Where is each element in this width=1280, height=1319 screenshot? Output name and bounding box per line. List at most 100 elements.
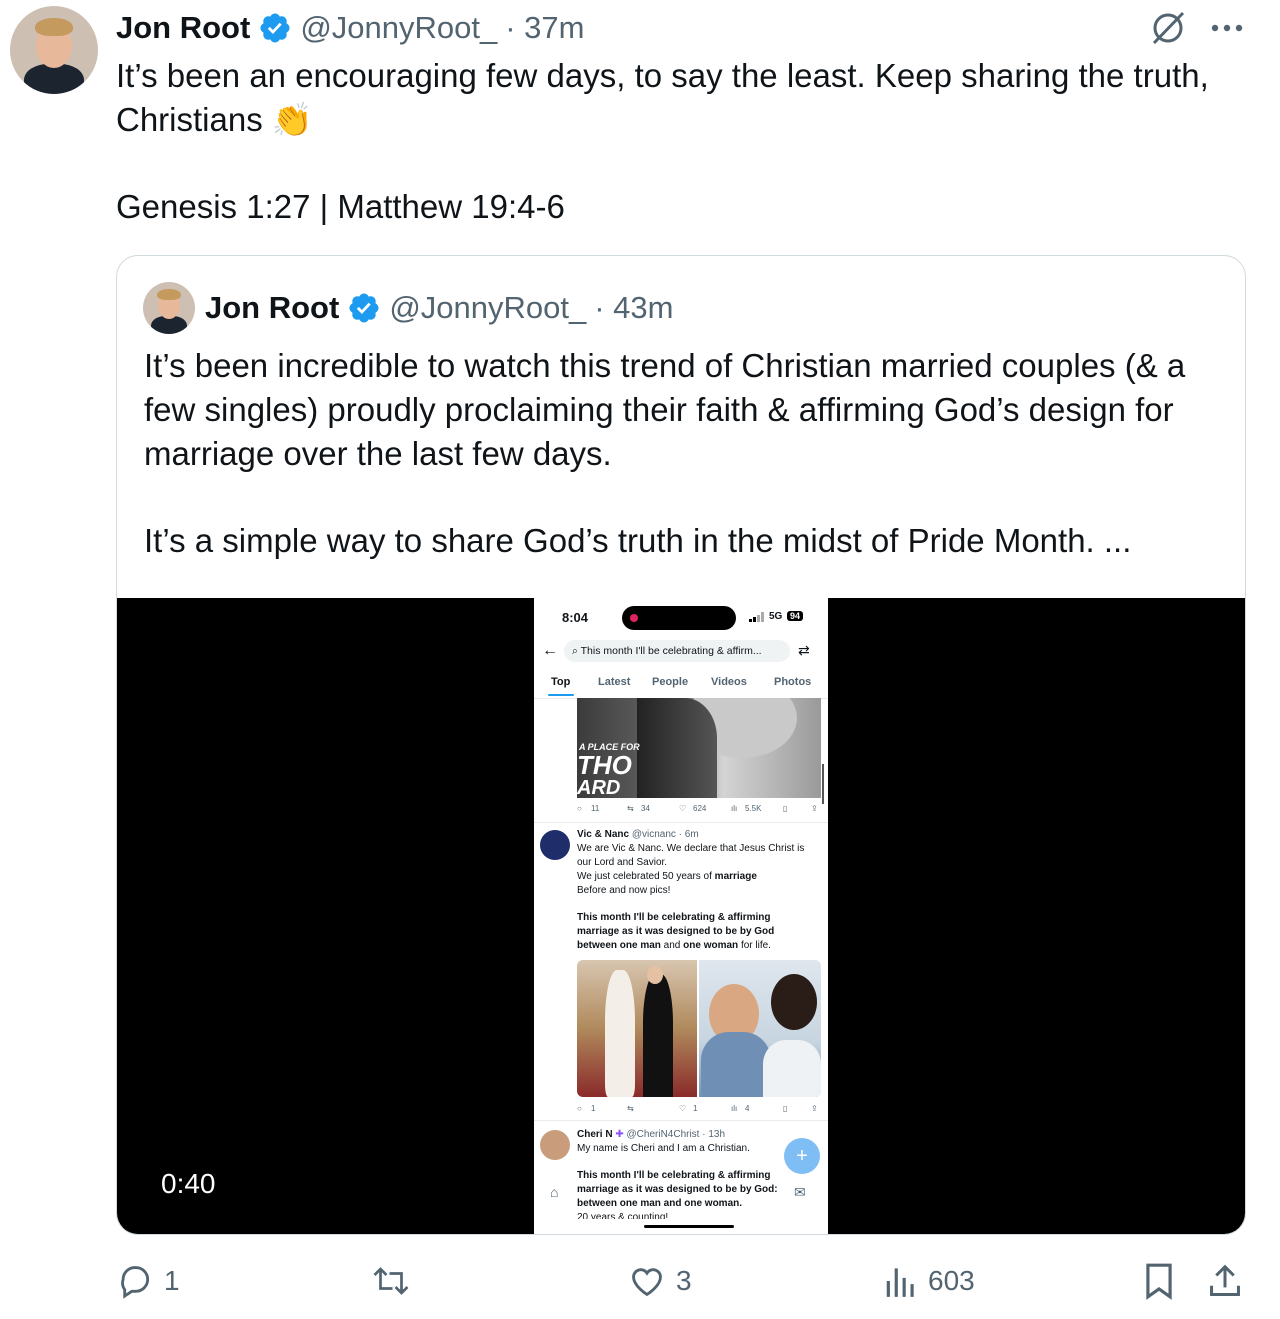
phone-post2-share-icon: ⇪ [811, 1104, 818, 1113]
phone-post2-bold3-a: between one man [577, 940, 661, 951]
phone-post2-bold3-d: for life. [738, 940, 771, 951]
like-count: 3 [676, 1265, 692, 1296]
phone-post2-reply-icon: ○ [577, 1104, 582, 1113]
tweet-text-line2-words: Christians [116, 101, 263, 138]
author-handle[interactable]: @JonnyRoot_ [300, 10, 497, 46]
phone-tab-top: Top [551, 676, 571, 688]
author-name[interactable]: Jon Root [116, 10, 250, 46]
bookmark-icon [1146, 1263, 1172, 1300]
phone-post2-line3: We just celebrated 50 years of marriage [577, 870, 823, 884]
views-icon [886, 1268, 914, 1297]
reply-count: 1 [164, 1265, 180, 1296]
quoted-tweet-header: Jon Root @JonnyRoot_ · 43m [205, 288, 673, 328]
phone-mail-icon: ✉ [794, 1184, 806, 1200]
quoted-tweet-text: It’s been incredible to watch this trend… [144, 344, 1234, 563]
phone-filter-icon: ⇄ [798, 642, 810, 658]
phone-search-text: This month I'll be celebrating & affirm.… [580, 645, 762, 657]
quoted-author-name: Jon Root [205, 290, 340, 325]
repost-button[interactable] [370, 1262, 412, 1300]
reply-icon [121, 1266, 150, 1299]
phone-post3-flag-icons: ✚ [615, 1129, 624, 1140]
phone-post2-header: Vic & Nanc @vicnanc · 6m [577, 828, 823, 842]
phone-post2-bold3: between one man and one woman for life. [577, 939, 823, 953]
phone-post1-share-icon: ⇪ [811, 804, 818, 813]
phone-post1-stats: ○ 11 ⇆ 34 ♡ 624 ılı 5.5K ▯ ⇪ [577, 802, 827, 816]
battery-badge: 94 [787, 611, 804, 621]
phone-search-icon: ⌕ [572, 645, 578, 657]
phone-post2-name: Vic & Nanc [577, 829, 630, 840]
tweet-header: Jon Root @JonnyRoot_ · 37m [116, 8, 584, 48]
phone-post1-image: A PLACE FOR THO ARD [577, 698, 821, 798]
network-label: 5G [769, 611, 783, 622]
phone-post2-like-icon: ♡ [679, 1104, 687, 1113]
phone-post1-reply-icon: ○ [577, 804, 582, 813]
phone-time: 8:04 [562, 610, 589, 625]
phone-post2-meta: @vicnanc · 6m [631, 829, 699, 840]
phone-post1-bookmark-icon: ▯ [783, 804, 788, 813]
quoted-author-handle: @JonnyRoot_ [389, 290, 587, 325]
phone-post2-line4: Before and now pics! [577, 885, 671, 896]
phone-post3-name: Cheri N [577, 1129, 613, 1140]
signal-icon [749, 612, 765, 625]
quoted-verified-badge-icon [349, 293, 379, 323]
share-button[interactable] [1206, 1262, 1244, 1300]
tweet-text-line2: Christians 👏 [116, 98, 1256, 142]
phone-post2-bold2: marriage as it was designed to be by God [577, 926, 775, 937]
phone-divider-2 [534, 1120, 828, 1121]
phone-post2-photo-couple [699, 960, 821, 1097]
phone-post2-stats: ○ 1 ⇆ ♡ 1 ılı 4 ▯ ⇪ [577, 1102, 827, 1116]
phone-tabs: Top Latest People Videos Photos [534, 676, 828, 700]
quoted-text-line1: It’s been incredible to watch this trend… [144, 347, 1186, 384]
recording-dot [630, 614, 638, 622]
phone-post2-avatar [540, 830, 570, 860]
phone-post2-bold1: This month I'll be celebrating & affirmi… [577, 912, 771, 923]
verified-badge-icon [260, 13, 290, 43]
reply-button[interactable]: 1 [116, 1262, 180, 1300]
phone-post2-line3-b: marriage [714, 871, 757, 882]
tweet-time[interactable]: · 37m [505, 10, 584, 46]
like-button[interactable]: 3 [628, 1262, 692, 1300]
phone-post1-replies: 11 [591, 804, 600, 813]
video-frame-phone-screenshot: 8:04 5G 94 ← ⌕ This month I'll be celebr… [534, 598, 828, 1234]
quoted-text-line3: marriage over the last few days. [144, 435, 612, 472]
phone-post2-replies: 1 [591, 1104, 596, 1113]
phone-post3-bold1: This month I'll be celebrating & affirmi… [577, 1170, 771, 1181]
phone-scrollbar [822, 764, 824, 804]
author-avatar[interactable] [10, 6, 98, 94]
phone-post2-line2: our Lord and Savior. [577, 857, 668, 868]
quoted-tweet-card[interactable]: Jon Root @JonnyRoot_ · 43m It’s been inc… [116, 255, 1246, 1235]
phone-post2-repost-icon: ⇆ [627, 1104, 634, 1113]
views-count: 603 [928, 1265, 975, 1296]
quoted-text-para2: It’s a simple way to share God’s truth i… [144, 522, 1132, 559]
views-button[interactable]: 603 [884, 1262, 975, 1300]
phone-post2-views: 4 [745, 1104, 750, 1113]
phone-search-bar: ⌕ This month I'll be celebrating & affir… [564, 640, 790, 662]
phone-tab-photos: Photos [774, 676, 812, 688]
phone-tab-latest: Latest [598, 676, 631, 688]
quoted-author-avatar [143, 282, 195, 334]
phone-back-arrow-icon: ← [542, 642, 558, 659]
phone-post2-photo-wedding [577, 960, 697, 1097]
phone-tab-indicator [548, 694, 574, 696]
phone-post3-cut: 20 years & counting! [577, 1212, 669, 1219]
clapping-hands-emoji: 👏 [271, 101, 313, 138]
video-player[interactable]: 0:40 8:04 5G 94 ← ⌕ This month I'll be c… [117, 598, 1245, 1234]
phone-post1-likes: 624 [693, 804, 707, 813]
share-icon [1210, 1264, 1240, 1296]
bookmark-button[interactable] [1142, 1262, 1176, 1300]
phone-tab-videos: Videos [711, 676, 747, 688]
phone-post1-reposts: 34 [641, 804, 650, 813]
phone-post2-views-icon: ılı [731, 1104, 738, 1113]
phone-home-indicator [644, 1225, 734, 1228]
phone-post1-repost-icon: ⇆ [627, 804, 634, 813]
phone-home-icon: ⌂ [550, 1184, 559, 1200]
phone-bottom-nav: ⌂ ✉ [534, 1184, 828, 1208]
phone-post1-views-icon: ılı [731, 804, 738, 813]
phone-post1-like-icon: ♡ [679, 804, 687, 813]
grok-icon[interactable] [1148, 10, 1188, 46]
phone-post2-bold3-b: and [660, 940, 684, 951]
more-options-icon[interactable] [1208, 14, 1248, 42]
quoted-text-line2: few singles) proudly proclaiming their f… [144, 391, 1174, 428]
dynamic-island [622, 606, 736, 630]
tweet-verses: Genesis 1:27 | Matthew 19:4-6 [116, 188, 565, 225]
